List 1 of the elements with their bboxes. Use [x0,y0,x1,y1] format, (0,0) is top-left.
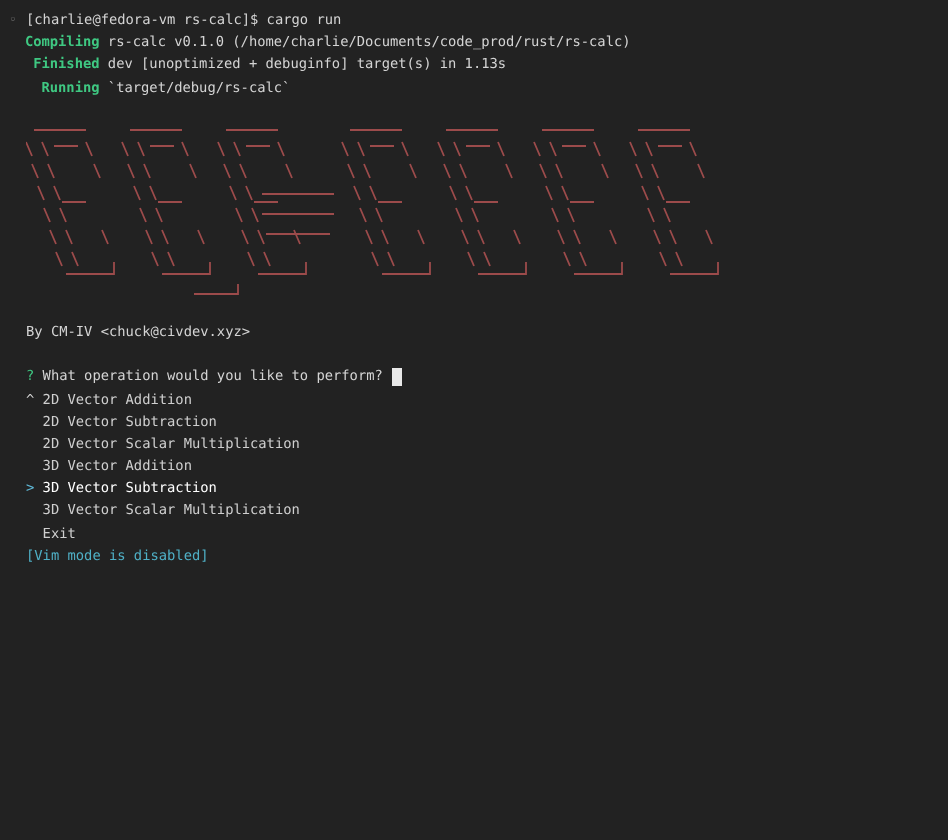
text-cursor [391,368,402,387]
